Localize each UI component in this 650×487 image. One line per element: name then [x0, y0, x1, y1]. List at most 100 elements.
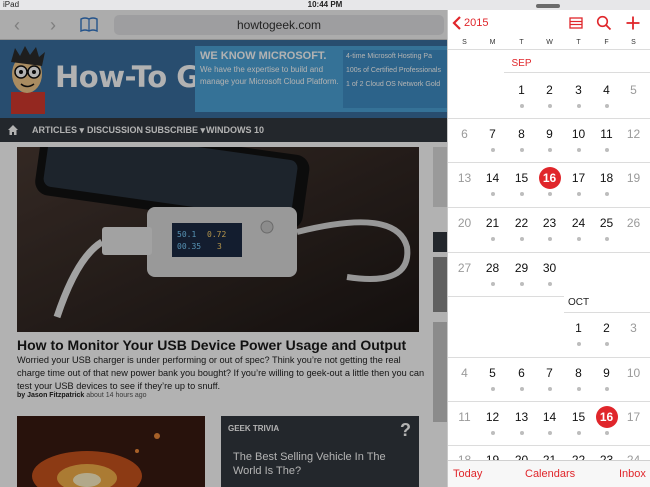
day-cell[interactable]: 9 — [592, 366, 621, 380]
day-cell[interactable]: 4 — [450, 366, 479, 380]
event-dot — [604, 387, 609, 391]
event-dot — [604, 192, 609, 196]
day-cell-today[interactable]: 16 — [592, 410, 621, 424]
weekday-label: T — [576, 39, 581, 46]
day-cell[interactable]: 20 — [450, 216, 479, 230]
day-cell[interactable]: 7 — [478, 127, 507, 141]
event-dot — [547, 192, 552, 196]
event-dot — [490, 192, 495, 196]
day-cell[interactable]: 11 — [450, 410, 479, 424]
event-dot — [604, 342, 609, 346]
event-dot — [519, 104, 524, 108]
day-cell[interactable]: 4 — [592, 83, 621, 97]
event-dot — [576, 431, 581, 435]
event-dot — [547, 282, 552, 286]
week-divider — [448, 357, 650, 358]
day-cell[interactable]: 3 — [619, 321, 648, 335]
year-back-label[interactable]: 2015 — [464, 17, 488, 29]
day-cell[interactable]: 1 — [564, 321, 593, 335]
search-icon[interactable] — [596, 15, 612, 31]
event-dot — [576, 192, 581, 196]
day-cell[interactable]: 13 — [450, 171, 479, 185]
week-divider — [448, 252, 650, 253]
day-cell[interactable]: 3 — [564, 83, 593, 97]
day-cell[interactable]: 14 — [478, 171, 507, 185]
day-cell[interactable]: 24 — [564, 216, 593, 230]
event-dot — [490, 282, 495, 286]
day-cell[interactable]: 15 — [564, 410, 593, 424]
day-cell[interactable]: 17 — [564, 171, 593, 185]
day-cell[interactable]: 10 — [564, 127, 593, 141]
calendars-button[interactable]: Calendars — [525, 461, 575, 487]
week-divider — [564, 312, 650, 313]
day-cell[interactable]: 26 — [619, 216, 648, 230]
day-cell[interactable]: 23 — [535, 216, 564, 230]
weekday-label: M — [489, 39, 496, 46]
add-event-icon[interactable] — [625, 15, 641, 31]
event-dot — [604, 148, 609, 152]
month-label-oct[interactable]: OCT — [564, 297, 593, 308]
event-dot — [547, 387, 552, 391]
event-dot — [547, 104, 552, 108]
day-cell[interactable]: 14 — [535, 410, 564, 424]
day-cell[interactable]: 17 — [619, 410, 648, 424]
day-cell[interactable]: 6 — [450, 127, 479, 141]
event-dot — [604, 104, 609, 108]
event-dot — [604, 237, 609, 241]
back-chevron-icon[interactable] — [452, 16, 462, 30]
day-cell[interactable]: 21 — [478, 216, 507, 230]
week-divider — [448, 296, 564, 297]
day-cell[interactable]: 1 — [507, 83, 536, 97]
weekday-label: W — [546, 39, 553, 46]
day-cell[interactable]: 25 — [592, 216, 621, 230]
day-cell[interactable]: 22 — [507, 216, 536, 230]
event-dot — [576, 342, 581, 346]
list-view-icon[interactable] — [568, 15, 584, 31]
event-dot — [576, 148, 581, 152]
event-dot — [490, 431, 495, 435]
event-dot — [547, 431, 552, 435]
inbox-button[interactable]: Inbox — [619, 461, 646, 487]
day-cell[interactable]: 29 — [507, 261, 536, 275]
day-cell[interactable]: 2 — [535, 83, 564, 97]
day-cell[interactable]: 5 — [478, 366, 507, 380]
day-cell[interactable]: 15 — [507, 171, 536, 185]
event-dot — [519, 192, 524, 196]
week-divider — [448, 207, 650, 208]
event-dot — [576, 237, 581, 241]
day-cell[interactable]: 19 — [619, 171, 648, 185]
calendar-header: 2015 — [448, 10, 650, 36]
day-cell[interactable]: 28 — [478, 261, 507, 275]
day-cell[interactable]: 7 — [535, 366, 564, 380]
split-view-dim-overlay — [0, 10, 447, 487]
week-divider — [448, 445, 650, 446]
day-cell[interactable]: 18 — [592, 171, 621, 185]
day-cell[interactable]: 8 — [564, 366, 593, 380]
split-view-grabber[interactable] — [536, 4, 560, 8]
weekday-header: SMTWTFS — [448, 36, 650, 50]
day-cell[interactable]: 30 — [535, 261, 564, 275]
week-divider — [448, 162, 650, 163]
day-cell[interactable]: 13 — [507, 410, 536, 424]
day-cell[interactable]: 11 — [592, 127, 621, 141]
day-cell[interactable]: 9 — [535, 127, 564, 141]
event-dot — [519, 148, 524, 152]
day-cell[interactable]: 12 — [619, 127, 648, 141]
day-cell[interactable]: 2 — [592, 321, 621, 335]
day-cell[interactable]: 6 — [507, 366, 536, 380]
day-cell[interactable]: 5 — [619, 83, 648, 97]
day-cell[interactable]: 10 — [619, 366, 648, 380]
day-cell[interactable]: 12 — [478, 410, 507, 424]
day-cell-today[interactable]: 16 — [535, 171, 564, 185]
event-dot — [519, 431, 524, 435]
event-dot — [576, 387, 581, 391]
month-label-sep[interactable]: SEP — [507, 58, 536, 69]
calendar-panel: 2015 SMTWTFS SEP 1 2 3 4 5 6 7 8 9 10 11 12 13 14 15 16 1… — [447, 10, 650, 487]
weekday-label: F — [604, 39, 609, 46]
event-dot — [547, 237, 552, 241]
calendar-toolbar: Today Calendars Inbox — [448, 460, 650, 487]
day-cell[interactable]: 8 — [507, 127, 536, 141]
event-dot — [604, 431, 609, 435]
day-cell[interactable]: 27 — [450, 261, 479, 275]
today-button[interactable]: Today — [453, 461, 482, 487]
